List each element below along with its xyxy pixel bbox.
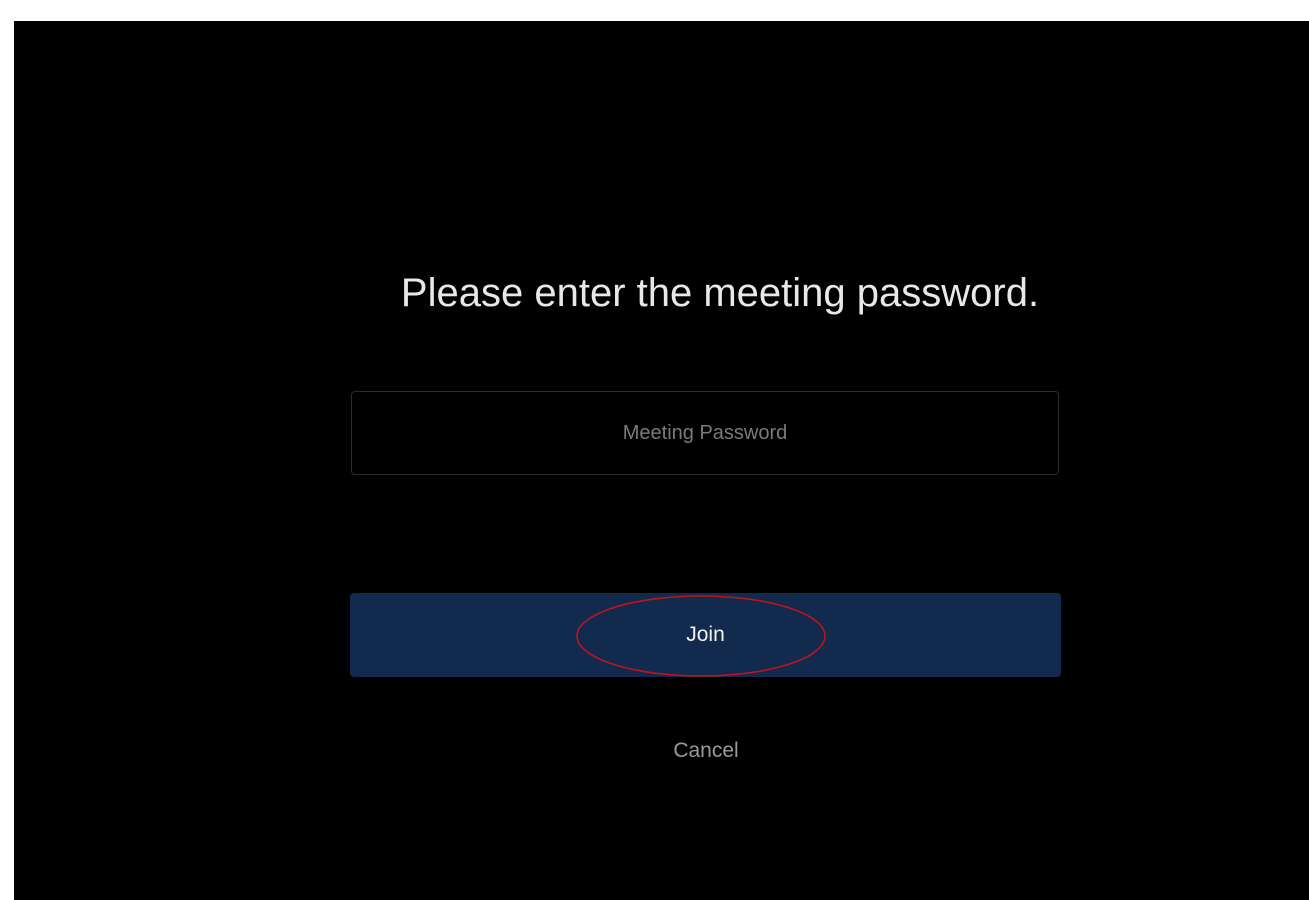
cancel-button[interactable]: Cancel [606,733,806,769]
join-button[interactable]: Join [350,593,1061,677]
page-title: Please enter the meeting password. [400,271,1040,315]
meeting-password-input[interactable] [351,391,1059,475]
meeting-password-screen: Please enter the meeting password. Join … [14,21,1309,900]
